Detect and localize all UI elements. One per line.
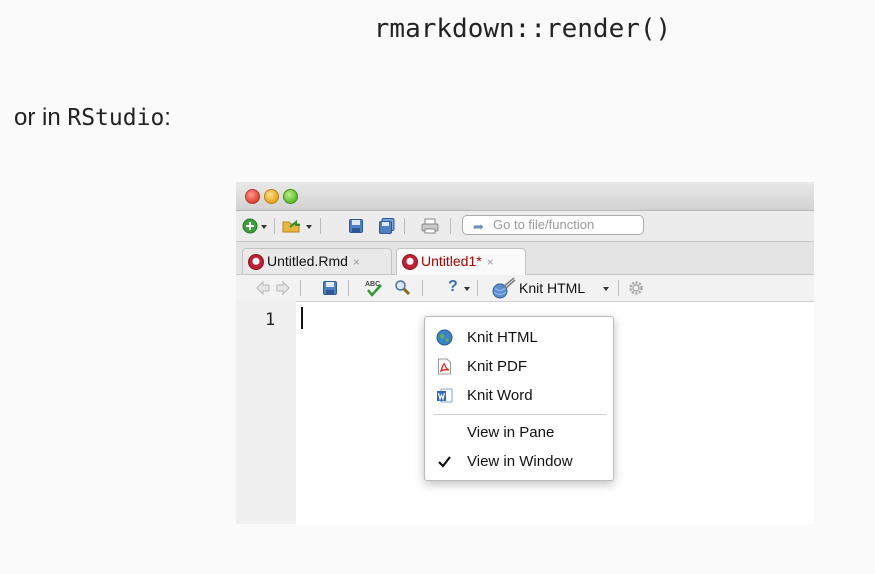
rmd-file-icon — [402, 254, 418, 270]
menu-item-view-in-pane[interactable]: View in Pane — [425, 419, 613, 447]
tab-close-icon[interactable]: × — [487, 255, 494, 269]
pdf-icon — [438, 358, 451, 375]
go-to-file-input[interactable]: ➦ Go to file/function — [462, 215, 644, 235]
toolbar-divider — [404, 218, 405, 234]
minimize-window-button[interactable] — [264, 189, 279, 204]
go-to-arrow-icon: ➦ — [473, 219, 484, 234]
toolbar-divider — [477, 280, 478, 296]
checkmark-icon — [438, 456, 451, 468]
spellcheck-icon[interactable]: ABC — [364, 278, 384, 298]
toolbar-divider — [450, 218, 451, 234]
help-dropdown-icon[interactable] — [462, 280, 472, 296]
intro-prefix: or in — [14, 104, 68, 131]
title-bar — [236, 182, 814, 211]
editor-toolbar: ABC ? Knit HTML — [236, 275, 814, 302]
menu-item-label: View in Pane — [467, 424, 555, 441]
menu-divider — [433, 414, 607, 415]
toolbar-divider — [618, 280, 619, 296]
new-file-icon[interactable] — [242, 218, 258, 234]
menu-item-label: Knit HTML — [467, 329, 538, 346]
tab-label: Untitled.Rmd — [267, 253, 348, 269]
menu-item-label: View in Window — [467, 453, 573, 470]
tab-close-icon[interactable]: × — [353, 255, 360, 269]
save-all-icon[interactable] — [378, 218, 396, 234]
tab-untitled1[interactable]: Untitled1* × — [396, 248, 526, 275]
help-icon[interactable]: ? — [448, 278, 458, 296]
menu-item-knit-pdf[interactable]: Knit PDF — [425, 353, 613, 381]
open-project-icon[interactable] — [282, 218, 302, 234]
menu-item-knit-word[interactable]: Knit Word — [425, 382, 613, 410]
back-arrow-icon[interactable] — [256, 280, 270, 296]
line-gutter: 1 — [236, 300, 296, 524]
open-dropdown-icon[interactable] — [304, 218, 314, 234]
editor-tab-strip: Untitled.Rmd × Untitled1* × — [236, 242, 814, 275]
rmd-file-icon — [248, 254, 264, 270]
menu-item-view-in-window[interactable]: View in Window — [425, 448, 613, 476]
intro-text: or in RStudio: — [14, 104, 171, 132]
tab-label: Untitled1* — [421, 253, 482, 269]
knit-dropdown-menu: Knit HTML Knit PDF Knit Word View in Pan… — [424, 316, 614, 481]
save-icon[interactable] — [322, 280, 338, 296]
text-cursor — [301, 307, 303, 329]
line-number: 1 — [265, 310, 276, 330]
knit-yarn-icon[interactable] — [490, 277, 516, 299]
menu-item-label: Knit PDF — [467, 358, 528, 375]
tab-untitled-rmd[interactable]: Untitled.Rmd × — [242, 248, 392, 274]
main-toolbar: ➦ Go to file/function — [236, 211, 814, 242]
toolbar-divider — [348, 280, 349, 296]
word-icon — [437, 388, 453, 403]
toolbar-divider — [422, 280, 423, 296]
close-window-button[interactable] — [245, 189, 260, 204]
toolbar-divider — [274, 218, 275, 234]
print-icon[interactable] — [421, 218, 439, 234]
intro-app-name: RStudio — [67, 105, 165, 131]
toolbar-divider — [300, 280, 301, 296]
gear-icon[interactable] — [628, 280, 644, 296]
intro-suffix: : — [164, 104, 171, 131]
menu-item-knit-html[interactable]: Knit HTML — [425, 324, 613, 352]
globe-icon — [436, 329, 453, 346]
find-icon[interactable] — [394, 279, 410, 295]
save-icon[interactable] — [348, 218, 364, 234]
toolbar-divider — [320, 218, 321, 234]
forward-arrow-icon[interactable] — [276, 280, 290, 296]
new-file-dropdown-icon[interactable] — [259, 218, 269, 234]
code-line: rmarkdown::render() — [373, 14, 672, 44]
knit-button-label[interactable]: Knit HTML — [519, 280, 585, 296]
go-to-placeholder: Go to file/function — [493, 217, 595, 232]
menu-item-label: Knit Word — [467, 387, 533, 404]
knit-dropdown-icon[interactable] — [601, 280, 611, 296]
maximize-window-button[interactable] — [283, 189, 298, 204]
